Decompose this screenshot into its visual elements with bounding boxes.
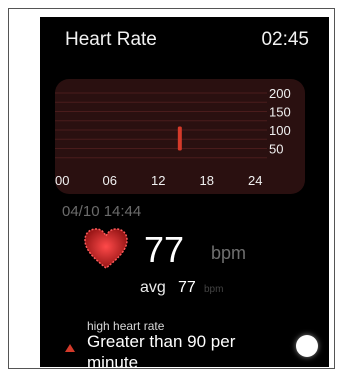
page-title: Heart Rate [65, 29, 157, 50]
avg-unit: bpm [204, 284, 224, 295]
reading-timestamp: 04/10 14:44 [62, 203, 142, 220]
heart-rate-value: 77 [144, 229, 185, 270]
triangle-up-icon [65, 339, 75, 357]
x-tick-label: 06 [103, 173, 117, 188]
x-tick-label: 24 [248, 173, 262, 188]
clock-time: 02:45 [261, 29, 309, 50]
heart-rate-bar [177, 126, 182, 151]
x-tick-label: 12 [151, 173, 165, 188]
y-tick-label: 150 [269, 105, 291, 120]
avg-value: 77 [178, 279, 196, 296]
x-tick-label: 00 [55, 173, 69, 188]
scroll-indicator[interactable] [296, 335, 318, 357]
heart-icon [82, 227, 130, 276]
y-tick-label: 200 [269, 86, 291, 101]
y-tick-label: 50 [269, 142, 283, 157]
avg-label: avg [140, 279, 166, 296]
chart-svg: 200 150 100 50 00 06 12 18 24 [55, 86, 291, 188]
x-tick-label: 18 [200, 173, 214, 188]
heart-rate-unit: bpm [211, 243, 247, 263]
y-tick-label: 100 [269, 123, 291, 138]
watch-screen: Heart Rate 02:45 200 150 100 50 00 06 12 18 24 0… [40, 17, 329, 367]
heart-rate-chart[interactable]: 200 150 100 50 00 06 12 18 24 [55, 79, 305, 194]
alert-text: Greater than 90 per minute [87, 332, 236, 367]
